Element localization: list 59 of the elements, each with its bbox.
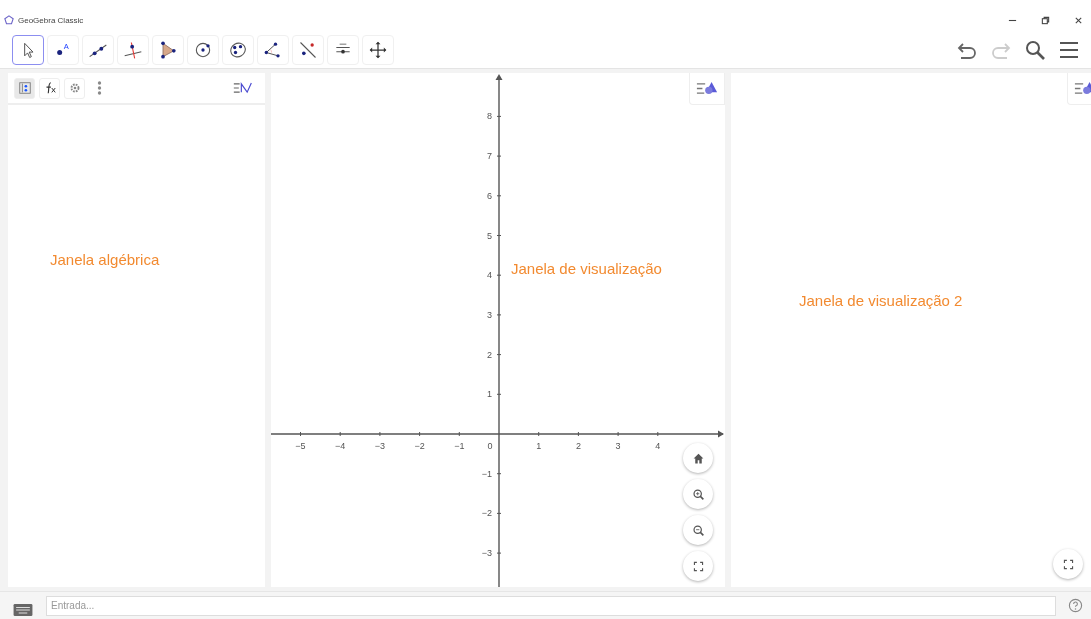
- style-bar-button[interactable]: [689, 73, 725, 105]
- window-title: GeoGebra Classic: [18, 15, 84, 25]
- fullscreen-button[interactable]: [683, 551, 713, 581]
- home-icon: [691, 451, 705, 465]
- tick-label: 5: [487, 230, 492, 241]
- lines-and-shapes-icon: [696, 81, 718, 96]
- tick-label: −1: [481, 468, 492, 479]
- fullscreen-icon: [691, 559, 705, 573]
- sort-icon[interactable]: [233, 81, 253, 95]
- tick-label: 2: [487, 349, 492, 360]
- tick-label: −2: [481, 508, 492, 519]
- home-button[interactable]: [683, 443, 713, 473]
- tick-label: 3: [615, 441, 621, 451]
- more-options-icon[interactable]: [97, 80, 102, 96]
- zoom-in-icon: [691, 487, 705, 501]
- angle-icon: [263, 40, 283, 60]
- tick-label: 0: [487, 441, 493, 451]
- lines-and-shapes-icon: [1074, 81, 1091, 96]
- tick-label: 1: [487, 389, 492, 400]
- line-with-point-icon: [298, 40, 318, 60]
- tool-button[interactable]: [12, 35, 44, 65]
- tick-label: 1: [536, 441, 542, 451]
- zoom-out-button[interactable]: [683, 515, 713, 545]
- list-icon: [17, 81, 32, 95]
- zoom-in-button[interactable]: [683, 479, 713, 509]
- tick-label: −4: [335, 441, 346, 451]
- move-arrows-icon: [368, 40, 388, 60]
- tick-label: −2: [414, 441, 425, 451]
- restore-icon[interactable]: [1041, 15, 1050, 25]
- circle-icon: [193, 40, 213, 60]
- fullscreen-button[interactable]: [1053, 549, 1083, 579]
- tick-label: −3: [481, 548, 492, 559]
- tick-label: −3: [374, 441, 386, 451]
- view-label: Janela de visualização: [511, 260, 662, 277]
- tick-label: 8: [487, 111, 492, 122]
- zoom-out-icon: [691, 523, 705, 537]
- view-label: Janela algébrica: [50, 251, 160, 268]
- tick-label: 4: [655, 441, 661, 451]
- tool-button[interactable]: A: [47, 35, 79, 65]
- input-field[interactable]: Entrada...: [46, 595, 1056, 616]
- tick-label: 7: [487, 151, 492, 162]
- keyboard-icon[interactable]: [12, 603, 34, 616]
- view-header-button[interactable]: [64, 77, 85, 99]
- fullscreen-icon: [1061, 557, 1075, 571]
- view-header-button[interactable]: [39, 77, 60, 99]
- tick-label: 2: [575, 441, 581, 451]
- tick-label: 3: [487, 309, 492, 320]
- tick-label: 6: [487, 190, 492, 201]
- search-icon[interactable]: [1023, 38, 1047, 62]
- tick-label: 4: [487, 270, 492, 281]
- tick-label: −1: [454, 441, 465, 451]
- triangle-icon: [158, 40, 178, 60]
- perpendicular-line-icon: [123, 40, 143, 60]
- help-icon[interactable]: [1068, 598, 1083, 613]
- tick-label: −5: [295, 441, 306, 451]
- view-label: Janela de visualização 2: [799, 292, 963, 309]
- close-icon[interactable]: [1074, 15, 1083, 25]
- ellipse-icon: [228, 40, 248, 60]
- app-logo-icon: [4, 15, 14, 25]
